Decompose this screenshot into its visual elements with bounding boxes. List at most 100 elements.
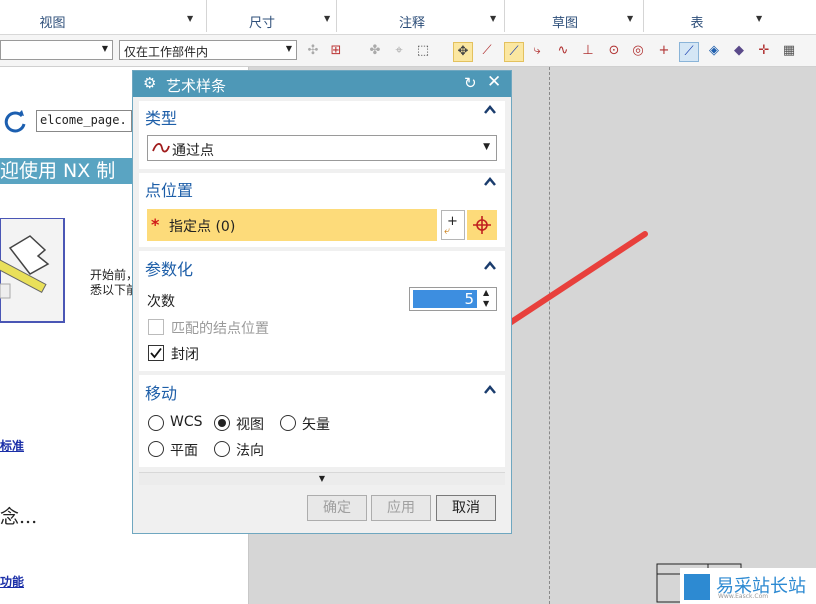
dialog-title: 艺术样条 (166, 77, 227, 95)
ribbon: 视图 ▼ 尺寸 ▼ 注释 ▼ 草图 ▼ 表 ▼ (0, 0, 816, 35)
ribbon-group-view[interactable]: 视图 ▼ (0, 0, 205, 34)
degree-value[interactable]: 5 (413, 290, 477, 308)
type-filter-select[interactable]: ▼ (0, 40, 113, 60)
section-header[interactable]: 参数化 (145, 256, 193, 280)
features-link[interactable]: 功能 (0, 573, 24, 590)
chevron-down-icon: ▼ (318, 474, 326, 483)
spline-snap-icon[interactable]: ∿ (554, 42, 572, 60)
radio-plane-label: 平面 (170, 443, 198, 459)
dialog-title-bar[interactable]: ⚙ 艺术样条 ↻ ✕ (133, 71, 511, 97)
ribbon-group-label: 注释 (398, 16, 425, 31)
chevron-down-icon[interactable]: ▼ (324, 14, 330, 23)
closed-checkbox[interactable] (148, 345, 164, 361)
point-on-face-icon[interactable]: ✛ (755, 42, 773, 60)
watermark-logo (684, 574, 710, 600)
reset-icon[interactable]: ↻ (464, 74, 477, 92)
specify-point-row[interactable]: * 指定点 (0) (147, 209, 437, 241)
closed-label: 封闭 (171, 347, 199, 363)
line-snap-icon[interactable]: ⟋ (478, 42, 496, 60)
standards-link[interactable]: 标准 (0, 437, 24, 454)
pointer-icon[interactable]: ⌖ (390, 42, 408, 60)
url-field[interactable]: elcome_page. (36, 110, 132, 132)
welcome-banner: 迎使用 NX 制 (0, 158, 132, 184)
close-icon[interactable]: ✕ (487, 72, 501, 92)
ribbon-group-label: 表 (690, 16, 704, 31)
ribbon-group-table[interactable]: 表 ▼ (644, 0, 770, 34)
radio-view[interactable] (214, 415, 230, 431)
radio-plane[interactable] (148, 441, 164, 457)
intersection-snap-icon[interactable]: ⊥ (579, 42, 597, 60)
center-snap-icon[interactable]: ⊙ (605, 42, 623, 60)
bounded-grid-icon[interactable]: ◆ (730, 42, 748, 60)
section-header[interactable]: 点位置 (145, 177, 193, 201)
spin-up-icon[interactable]: ▲ (483, 288, 489, 297)
snap-point-icon[interactable]: ✤ (366, 42, 384, 60)
watermark-sub: Www.Easck.Com (718, 593, 769, 600)
quadrant-snap-icon[interactable]: ◎ (629, 42, 647, 60)
chevron-up-icon[interactable] (483, 103, 497, 117)
point-dialog-button[interactable]: + ⤶ (441, 210, 465, 240)
section-header[interactable]: 类型 (145, 105, 177, 129)
on-curve-snap-icon[interactable]: ⟋ (679, 42, 699, 62)
ribbon-group-annotation[interactable]: 注释 ▼ (337, 0, 503, 34)
inferred-point-button[interactable] (467, 210, 497, 240)
radio-vector[interactable] (280, 415, 296, 431)
midpoint-snap-icon[interactable]: ⟋ (504, 42, 524, 62)
endpoint-snap-icon[interactable]: ✥ (453, 42, 473, 62)
specify-point-label: 指定点 (0) (169, 219, 236, 235)
type-section: 类型 通过点 ▼ (139, 101, 505, 169)
ribbon-group-sketch[interactable]: 草图 ▼ (505, 0, 642, 34)
point-location-section: 点位置 * 指定点 (0) + ⤶ (139, 173, 505, 247)
ribbon-group-dimension[interactable]: 尺寸 ▼ (207, 0, 335, 34)
degree-label: 次数 (147, 294, 175, 310)
refresh-icon[interactable] (2, 109, 28, 135)
point-dots-icon: ⤶ (444, 224, 451, 237)
chevron-down-icon[interactable]: ▼ (490, 14, 496, 23)
chevron-down-icon[interactable]: ▼ (187, 14, 193, 23)
chevron-down-icon[interactable]: ▼ (756, 14, 762, 23)
ribbon-group-label: 草图 (551, 16, 578, 31)
watermark: 易采站长站 Www.Easck.Com (680, 568, 816, 604)
type-select[interactable]: 通过点 ▼ (147, 135, 497, 161)
match-knot-label: 匹配的结点位置 (171, 321, 269, 337)
box-select-icon[interactable]: ⬚ (414, 42, 432, 60)
ribbon-group-label: 视图 (39, 16, 66, 31)
spin-down-icon[interactable]: ▼ (483, 299, 489, 308)
grid-icon[interactable]: ▦ (780, 42, 798, 60)
selection-toolbar: ▼ 仅在工作部件内 ▼ ✣ ⊞ ✤ ⌖ ⬚ ✥ ⟋ ⟋ ⤷ ∿ ⊥ ⊙ ◎ + … (0, 35, 816, 67)
degree-spinner[interactable]: 5 ▲ ▼ (409, 287, 497, 311)
section-heading: 念... (0, 506, 38, 528)
chevron-down-icon[interactable]: ▼ (627, 14, 633, 23)
chevron-down-icon: ▼ (483, 142, 490, 152)
chevron-down-icon: ▼ (101, 44, 108, 53)
gear-icon[interactable]: ⚙ (143, 74, 156, 92)
spline-icon (152, 142, 170, 153)
chevron-up-icon[interactable] (483, 175, 497, 189)
parameterization-section: 参数化 次数 5 ▲ ▼ 匹配的结点位置 封闭 (139, 251, 505, 371)
crosshair-icon (473, 216, 491, 234)
selection-scope-select[interactable]: 仅在工作部件内 ▼ (119, 40, 297, 60)
ok-button[interactable]: 确定 (307, 495, 367, 521)
point-snap-icon[interactable]: + (655, 42, 673, 60)
general-snap-icon[interactable]: ✣ (304, 42, 322, 60)
section-header[interactable]: 移动 (145, 380, 177, 404)
radio-normal-label: 法向 (236, 443, 264, 459)
ribbon-group-label: 尺寸 (248, 16, 275, 31)
curve-snap-icon[interactable]: ⤷ (528, 42, 546, 60)
radio-wcs[interactable] (148, 415, 164, 431)
apply-button[interactable]: 应用 (371, 495, 431, 521)
intro-text-line: 悉以下前 (90, 283, 139, 297)
chevron-up-icon[interactable] (483, 383, 497, 397)
cancel-button[interactable]: 取消 (436, 495, 496, 521)
required-asterisk-icon: * (151, 215, 160, 234)
radio-vector-label: 矢量 (302, 417, 330, 433)
move-section: 移动 WCS 视图 矢量 平面 法向 (139, 375, 505, 467)
welcome-illustration (0, 218, 65, 323)
radio-normal[interactable] (214, 441, 230, 457)
chevron-down-icon: ▼ (285, 44, 292, 53)
face-snap-icon[interactable]: ◈ (705, 42, 723, 60)
match-knot-checkbox[interactable] (148, 319, 164, 335)
more-options-toggle[interactable]: ▼ (139, 472, 505, 485)
select-filter-icon[interactable]: ⊞ (327, 42, 345, 60)
chevron-up-icon[interactable] (483, 259, 497, 273)
